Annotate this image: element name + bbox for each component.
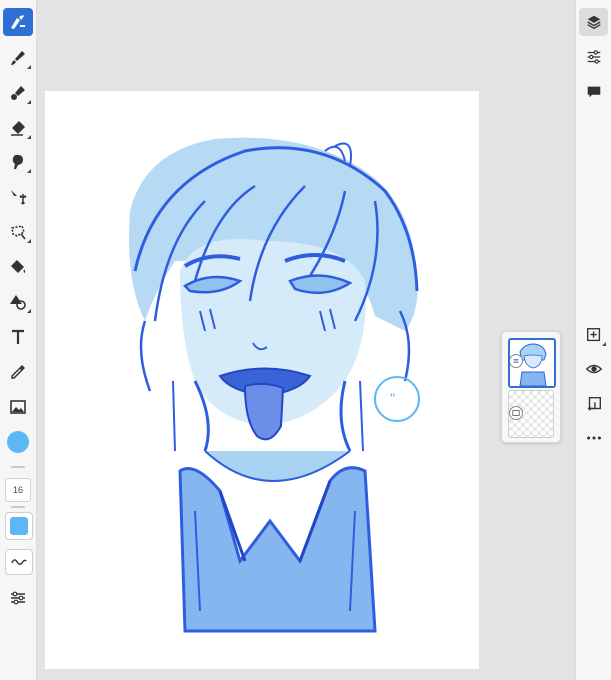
color-picker-swatch xyxy=(10,517,28,535)
adjustments-button[interactable] xyxy=(579,43,608,71)
visibility-button[interactable] xyxy=(579,355,608,383)
brush-size-field[interactable]: 16 xyxy=(5,478,31,502)
smudge-icon xyxy=(12,154,23,169)
merge-down-button[interactable] xyxy=(579,390,608,418)
brush-tool[interactable] xyxy=(3,44,33,72)
visibility-eye-icon xyxy=(585,364,602,374)
sliders-icon xyxy=(11,591,25,605)
add-layer-button[interactable] xyxy=(579,321,608,349)
layer-thumb-background[interactable] xyxy=(508,390,554,438)
comment-icon xyxy=(587,86,600,98)
toolbar-divider xyxy=(11,466,25,468)
eraser-icon xyxy=(11,121,25,136)
eyedropper-icon xyxy=(11,365,25,379)
wave-icon xyxy=(11,559,27,565)
shapes-tool[interactable] xyxy=(3,288,33,316)
eyedropper-tool[interactable] xyxy=(3,358,33,386)
drawing-canvas[interactable]: " xyxy=(45,91,479,669)
paint-bucket-icon xyxy=(11,260,26,273)
left-toolbar: 16 xyxy=(0,0,37,680)
layer-thumb-drawing[interactable] xyxy=(508,338,556,388)
artwork-sketch: " xyxy=(129,137,420,633)
text-icon xyxy=(12,329,24,344)
paint-brush-icon xyxy=(11,15,25,29)
layers-button[interactable] xyxy=(579,8,608,36)
transform-tool[interactable] xyxy=(3,183,33,211)
right-toolbar xyxy=(575,0,611,680)
more-button[interactable] xyxy=(579,424,608,452)
smoothing-button[interactable] xyxy=(5,549,33,575)
adjustments-icon xyxy=(587,50,600,64)
smudge-tool[interactable] xyxy=(3,148,33,176)
blend-mode-icon[interactable] xyxy=(510,354,523,368)
layers-panel xyxy=(501,331,561,443)
paint-brush-tool[interactable] xyxy=(3,8,33,36)
lasso-tool[interactable] xyxy=(3,218,33,246)
add-layer-icon xyxy=(586,328,600,342)
toolbar-divider xyxy=(11,506,25,508)
image-layer-icon[interactable] xyxy=(509,406,523,420)
lasso-icon xyxy=(11,225,26,240)
brush-icon xyxy=(11,51,25,65)
move-arrows-icon xyxy=(11,190,27,205)
more-icon xyxy=(586,436,601,440)
text-tool[interactable] xyxy=(3,323,33,351)
brush-size-value: 16 xyxy=(12,485,23,495)
pixel-brush-icon xyxy=(11,86,25,100)
shapes-icon xyxy=(10,295,26,310)
doodle-marks: " xyxy=(390,390,395,406)
fill-tool[interactable] xyxy=(3,253,33,281)
layers-icon xyxy=(586,15,601,30)
color-picker-button[interactable] xyxy=(5,512,33,540)
tool-settings-button[interactable] xyxy=(3,584,33,612)
eraser-tool[interactable] xyxy=(3,114,33,142)
pixel-brush-tool[interactable] xyxy=(3,79,33,107)
image-tool[interactable] xyxy=(3,393,33,421)
current-color-swatch[interactable] xyxy=(7,431,29,453)
merge-down-icon xyxy=(587,397,601,411)
image-icon xyxy=(10,400,26,414)
comments-button[interactable] xyxy=(579,78,608,106)
